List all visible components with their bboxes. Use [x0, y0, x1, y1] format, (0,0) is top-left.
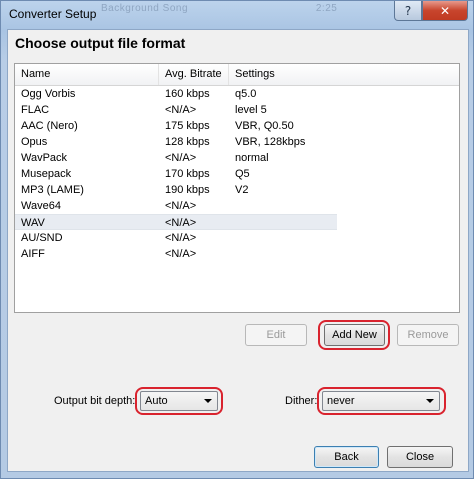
list-item[interactable]: WavPack <N/A> normal — [15, 150, 337, 166]
column-header-bitrate[interactable]: Avg. Bitrate — [159, 64, 229, 85]
format-bitrate: 160 kbps — [165, 88, 210, 100]
chevron-down-icon — [204, 399, 212, 403]
converter-setup-window: Background Song 2:25 Converter Setup ? ✕… — [0, 0, 474, 479]
window-close-button[interactable]: ✕ — [422, 1, 468, 21]
dither-label: Dither: — [285, 395, 318, 407]
bit-depth-value: Auto — [145, 395, 168, 407]
list-item[interactable]: Ogg Vorbis 160 kbps q5.0 — [15, 86, 337, 102]
format-bitrate: 175 kbps — [165, 120, 210, 132]
edit-button[interactable]: Edit — [245, 324, 307, 346]
format-bitrate: <N/A> — [165, 232, 197, 244]
list-item[interactable]: AAC (Nero) 175 kbps VBR, Q0.50 — [15, 118, 337, 134]
column-header-name[interactable]: Name — [15, 64, 159, 85]
dither-value: never — [327, 395, 355, 407]
bit-depth-dropdown[interactable]: Auto — [140, 391, 218, 411]
format-name: Opus — [21, 136, 48, 148]
dither-dropdown[interactable]: never — [322, 391, 440, 411]
list-item[interactable]: Wave64 <N/A> — [15, 198, 337, 214]
dialog-panel: Choose output file format Name Avg. Bitr… — [7, 29, 469, 472]
format-name: AU/SND — [21, 232, 63, 244]
format-bitrate: <N/A> — [165, 152, 197, 164]
format-name: WAV — [21, 217, 45, 229]
format-name: AIFF — [21, 248, 45, 260]
format-settings: normal — [235, 152, 269, 164]
format-bitrate: 128 kbps — [165, 136, 210, 148]
title-bar[interactable]: Background Song 2:25 Converter Setup ? ✕ — [1, 1, 473, 29]
remove-button[interactable]: Remove — [397, 324, 459, 346]
format-bitrate: <N/A> — [165, 104, 197, 116]
question-mark-icon: ? — [404, 3, 412, 18]
list-item[interactable]: MP3 (LAME) 190 kbps V2 — [15, 182, 337, 198]
format-name: MP3 (LAME) — [21, 184, 84, 196]
format-name: Wave64 — [21, 200, 61, 212]
format-name: WavPack — [21, 152, 68, 164]
list-item[interactable]: AU/SND <N/A> — [15, 230, 337, 246]
list-header: Name Avg. Bitrate Settings — [15, 64, 459, 86]
chevron-down-icon — [426, 399, 434, 403]
format-bitrate: <N/A> — [165, 200, 197, 212]
list-item[interactable]: FLAC <N/A> level 5 — [15, 102, 337, 118]
list-item[interactable]: Opus 128 kbps VBR, 128kbps — [15, 134, 337, 150]
format-settings: VBR, Q0.50 — [235, 120, 294, 132]
format-settings: Q5 — [235, 168, 250, 180]
format-bitrate: <N/A> — [165, 248, 197, 260]
background-ghost-text: Background Song 2:25 — [101, 3, 338, 14]
dialog-heading: Choose output file format — [15, 35, 186, 51]
format-bitrate: 170 kbps — [165, 168, 210, 180]
format-settings: level 5 — [235, 104, 267, 116]
help-button[interactable]: ? — [394, 1, 422, 21]
bit-depth-label: Output bit depth: — [54, 395, 136, 407]
list-item[interactable]: AIFF <N/A> — [15, 246, 337, 262]
format-name: AAC (Nero) — [21, 120, 78, 132]
format-name: FLAC — [21, 104, 50, 116]
back-button[interactable]: Back — [314, 446, 379, 468]
format-settings: VBR, 128kbps — [235, 136, 306, 148]
format-settings: V2 — [235, 184, 249, 196]
format-list[interactable]: Name Avg. Bitrate Settings Ogg Vorbis 160… — [14, 63, 460, 313]
format-settings: q5.0 — [235, 88, 257, 100]
x-close-icon: ✕ — [439, 3, 451, 18]
column-header-settings[interactable]: Settings — [229, 64, 459, 85]
format-bitrate: 190 kbps — [165, 184, 210, 196]
format-name: Ogg Vorbis — [21, 88, 76, 100]
list-item[interactable]: Musepack 170 kbps Q5 — [15, 166, 337, 182]
close-button[interactable]: Close — [387, 446, 453, 468]
format-name: Musepack — [21, 168, 72, 180]
add-new-button[interactable]: Add New — [324, 324, 385, 346]
window-title: Converter Setup — [9, 7, 97, 21]
format-bitrate: <N/A> — [165, 217, 197, 229]
list-item[interactable]: WAV <N/A> — [15, 214, 337, 230]
